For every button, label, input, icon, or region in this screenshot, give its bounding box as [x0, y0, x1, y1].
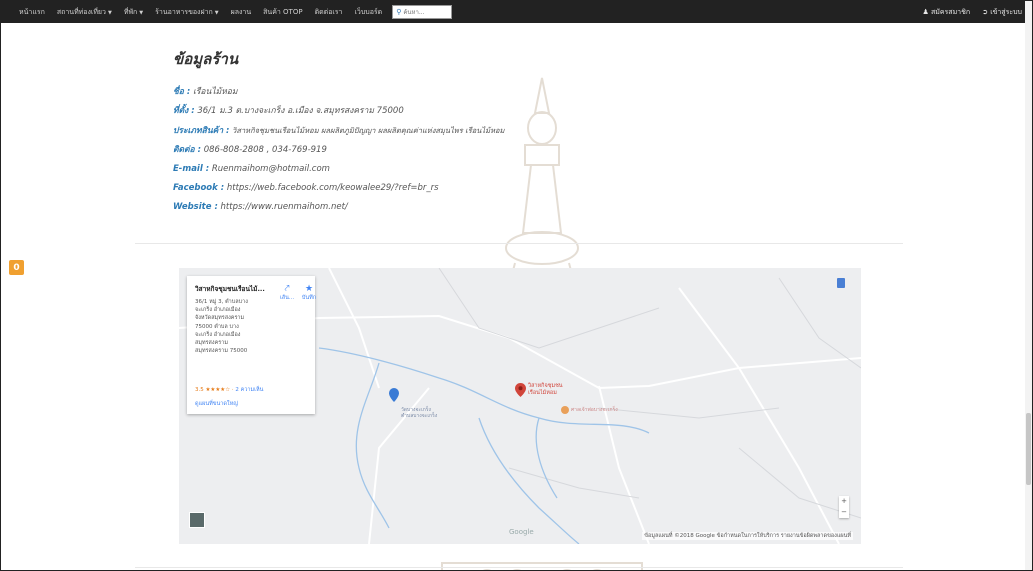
- rating-stars: ★★★★☆: [205, 387, 231, 393]
- directions-label: เส้น...: [279, 295, 295, 301]
- shop-type-row: ประเภทสินค้า : วิสาหกิจชุมชนเรือนไม้หอม …: [173, 121, 505, 141]
- zoom-in-button[interactable]: +: [839, 496, 849, 507]
- google-logo: Google: [509, 528, 534, 536]
- map-poi-icon: [561, 406, 569, 414]
- place-rating: 3.5 ★★★★☆ · 2 ความเห็น: [195, 387, 264, 393]
- shop-name-label: ชื่อ :: [173, 87, 191, 97]
- shop-facebook-label: Facebook :: [173, 183, 225, 193]
- address-line: จังหวัดสมุทรสงคราม: [195, 315, 245, 322]
- map-village-label: วัดบางจะเกร็ง ตำบลบางจะเกร็ง: [401, 407, 437, 419]
- village-label-line: ตำบลบางจะเกร็ง: [401, 413, 438, 419]
- map-place-card: วิสาหกิจชุมชนเรือนไม้... ⤤ เส้น... ★ บันทึ…: [187, 276, 316, 414]
- nav-attractions[interactable]: สถานที่ท่องเที่ยว ▼: [51, 7, 118, 18]
- nav-accommodation-label: ที่พัก: [123, 7, 138, 16]
- nav-home[interactable]: หน้าแรก: [13, 7, 51, 18]
- save-button[interactable]: ★ บันทึก: [297, 284, 321, 302]
- scrollbar-thumb[interactable]: [1026, 413, 1031, 485]
- shop-email-row: E-mail : Ruenmaihom@hotmail.com: [173, 160, 505, 179]
- shop-facebook-row: Facebook : https://web.facebook.com/keow…: [173, 179, 505, 198]
- star-icon: ★: [304, 284, 314, 294]
- login-label: เข้าสู่ระบบ: [990, 7, 1022, 16]
- address-line: สมุทรสงคราม: [195, 340, 228, 347]
- shop-address-value: 36/1 ม.3 ต.บางจะเกร็ง อ.เมือง จ.สมุทรสงค…: [197, 106, 404, 116]
- nav-webboard-label: เว็บบอร์ด: [354, 7, 383, 16]
- shop-phone-value: 086-808-2808 , 034-769-919: [203, 145, 327, 155]
- nav-home-label: หน้าแรก: [19, 7, 45, 16]
- embedded-map[interactable]: วิสาหกิจชุมชน เรือนไม้หอม ศาลเจ้าพ่อบางจะ…: [179, 268, 861, 544]
- address-line: จะเกร็ง อำเภอเมือง: [195, 331, 241, 338]
- nav-contact-label: ติดต่อเรา: [314, 7, 343, 16]
- nav-menu: หน้าแรก สถานที่ท่องเที่ยว ▼ ที่พัก ▼ ร้านอ…: [1, 5, 453, 19]
- shop-name-row: ชื่อ : เรือนไม้หอม: [173, 83, 505, 102]
- search-icon[interactable]: ⚲: [396, 8, 401, 16]
- section-divider-bottom: [135, 567, 903, 568]
- shop-website-link[interactable]: https://www.ruenmaihom.net/: [221, 202, 348, 212]
- register-label: สมัครสมาชิก: [930, 7, 971, 16]
- directions-icon: ⤤: [284, 284, 290, 294]
- shop-email-value: Ruenmaihom@hotmail.com: [211, 164, 330, 174]
- view-larger-map-link[interactable]: ดูแผนที่ขนาดใหญ่: [195, 400, 238, 408]
- nav-restaurants[interactable]: ร้านอาหารของฝาก ▼: [149, 7, 224, 18]
- marker-label-line: วิสาหกิจชุมชน: [528, 383, 563, 389]
- shop-phone-row: ติดต่อ : 086-808-2808 , 034-769-919: [173, 141, 505, 160]
- nav-accommodation[interactable]: ที่พัก ▼: [118, 7, 149, 18]
- nav-works[interactable]: ผลงาน: [225, 7, 258, 18]
- nav-otop-label: สินค้า OTOP: [263, 7, 303, 16]
- save-label: บันทึก: [301, 295, 317, 301]
- nav-attractions-label: สถานที่ท่องเที่ยว: [56, 7, 106, 16]
- chevron-down-icon: ▼: [139, 9, 144, 16]
- register-link[interactable]: ♟ สมัครสมาชิก: [916, 7, 976, 18]
- map-poi-label[interactable]: ศาลเจ้าพ่อบางจะเกร็ง: [571, 406, 618, 414]
- nav-account: ♟ สมัครสมาชิก ➲ เข้าสู่ระบบ: [916, 7, 1032, 18]
- place-address: 36/1 หมู่ 3, ตำบลบาง จะเกร็ง อำเภอเมือง …: [195, 298, 257, 355]
- shop-address-row: ที่ตั้ง : 36/1 ม.3 ต.บางจะเกร็ง อ.เมือง …: [173, 102, 505, 121]
- chevron-down-icon: ▼: [107, 9, 112, 16]
- nav-restaurants-label: ร้านอาหารของฝาก: [155, 7, 213, 16]
- chevron-down-icon: ▼: [214, 9, 219, 16]
- zoom-controls: + −: [839, 496, 849, 518]
- marker-label-line: เรือนไม้หอม: [528, 390, 557, 396]
- search-input[interactable]: [403, 7, 444, 17]
- shop-name-value: เรือนไม้หอม: [192, 87, 238, 97]
- nav-works-label: ผลงาน: [230, 7, 252, 16]
- login-icon: ➲: [982, 7, 991, 16]
- map-marker-label[interactable]: วิสาหกิจชุมชน เรือนไม้หอม: [528, 383, 563, 397]
- shop-website-label: Website :: [173, 202, 218, 212]
- address-line: 36/1 หมู่ 3, ตำบลบาง: [195, 299, 248, 305]
- browser-page: หน้าแรก สถานที่ท่องเที่ยว ▼ ที่พัก ▼ ร้านอ…: [0, 0, 1033, 571]
- rating-value: 3.5: [195, 387, 204, 393]
- address-line: จะเกร็ง อำเภอเมือง: [195, 307, 241, 314]
- zoom-out-button[interactable]: −: [839, 507, 849, 518]
- shop-phone-label: ติดต่อ :: [173, 145, 202, 155]
- login-link[interactable]: ➲ เข้าสู่ระบบ: [976, 7, 1028, 18]
- place-name: วิสาหกิจชุมชนเรือนไม้...: [195, 285, 265, 293]
- search-box: ⚲: [392, 5, 453, 19]
- top-navbar: หน้าแรก สถานที่ท่องเที่ยว ▼ ที่พัก ▼ ร้านอ…: [1, 1, 1032, 23]
- shop-type-value: วิสาหกิจชุมชนเรือนไม้หอม ผลผลิตภูมิปัญญา…: [232, 126, 505, 135]
- shop-address-label: ที่ตั้ง :: [173, 106, 195, 116]
- page-scrollbar[interactable]: [1025, 1, 1032, 570]
- nav-contact[interactable]: ติดต่อเรา: [309, 7, 349, 18]
- map-marker-icon[interactable]: [515, 383, 526, 397]
- nav-otop[interactable]: สินค้า OTOP: [257, 7, 308, 18]
- side-counter-badge[interactable]: 0: [9, 260, 24, 275]
- review-count-link[interactable]: 2 ความเห็น: [235, 387, 263, 393]
- address-line: สมุทรสงคราม 75000: [195, 348, 248, 355]
- address-line: 75000 ตำบล บาง: [195, 323, 239, 330]
- shop-facebook-link[interactable]: https://web.facebook.com/keowalee29/?ref…: [227, 183, 439, 193]
- section-divider: [135, 243, 903, 244]
- shop-website-row: Website : https://www.ruenmaihom.net/: [173, 198, 505, 217]
- map-attribution[interactable]: ข้อมูลแผนที่ ©2018 Google ข้อกำหนดในการใ…: [642, 532, 853, 540]
- satellite-layer-toggle[interactable]: [189, 512, 205, 528]
- nav-webboard[interactable]: เว็บบอร์ด: [349, 7, 389, 18]
- shop-email-label: E-mail :: [173, 164, 210, 174]
- shop-details: ชื่อ : เรือนไม้หอม ที่ตั้ง : 36/1 ม.3 ต.…: [173, 83, 505, 217]
- street-view-pegman-icon[interactable]: [837, 278, 845, 288]
- user-icon: ♟: [922, 7, 931, 16]
- shop-type-label: ประเภทสินค้า :: [173, 126, 230, 136]
- directions-button[interactable]: ⤤ เส้น...: [275, 284, 299, 302]
- shop-heading: ข้อมูลร้าน: [173, 50, 239, 68]
